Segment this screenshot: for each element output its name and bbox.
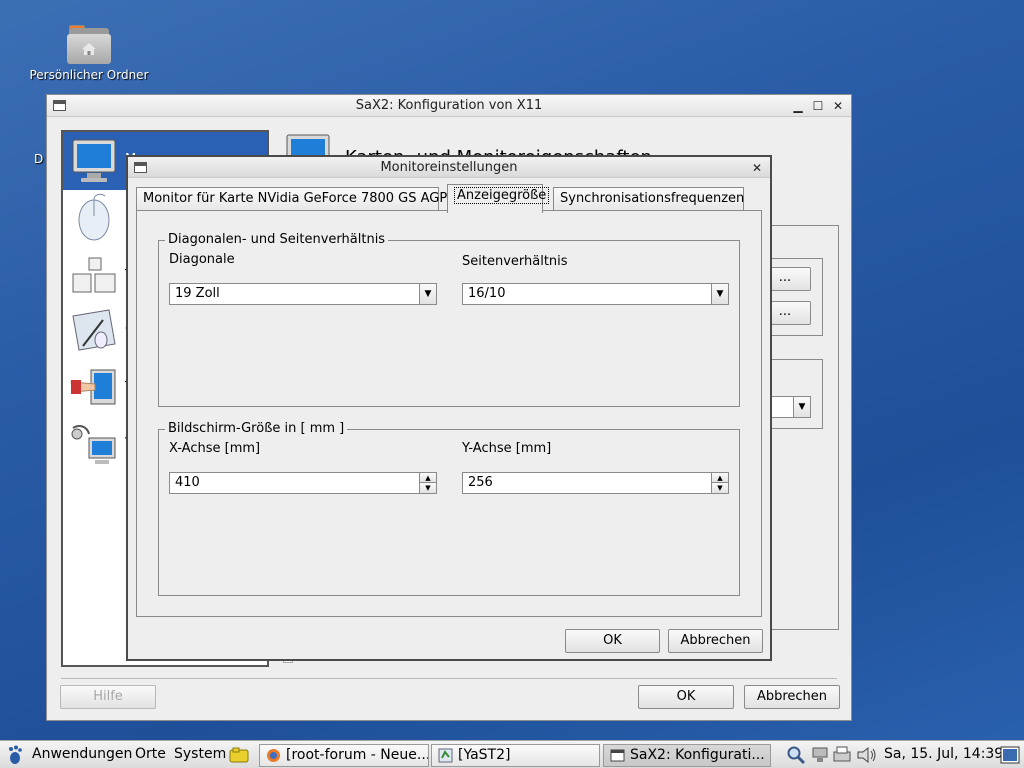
search-icon[interactable] <box>786 745 806 765</box>
yast-icon <box>438 748 453 763</box>
system-menu[interactable]: System <box>174 746 226 762</box>
main-ok-button[interactable]: OK <box>638 685 734 709</box>
tab-sync-frequencies[interactable]: Synchronisationsfrequenzen <box>553 187 744 212</box>
maximize-icon[interactable]: ☐ <box>809 95 827 117</box>
tablet-icon <box>72 309 116 351</box>
places-menu[interactable]: Orte <box>135 746 166 762</box>
network-icon[interactable] <box>811 747 829 763</box>
touchscreen-icon <box>70 369 116 405</box>
dialog-titlebar[interactable]: Monitoreinstellungen ✕ <box>128 157 770 178</box>
diagonal-label: Diagonale <box>169 252 235 267</box>
task-firefox[interactable]: [root-forum - Neue... <box>259 744 429 767</box>
tab-monitor[interactable]: Monitor für Karte NVidia GeForce 7800 GS… <box>136 187 447 212</box>
group-legend: Bildschirm-Größe in [ mm ] <box>165 421 348 436</box>
monitor-icon <box>72 139 116 182</box>
main-window-title: SaX2: Konfiguration von X11 <box>355 98 543 113</box>
keyboard-icon <box>72 257 116 293</box>
notes-icon[interactable] <box>229 747 249 763</box>
firefox-icon <box>267 749 280 762</box>
show-desktop-icon[interactable] <box>1000 746 1020 764</box>
mouse-icon <box>78 193 110 241</box>
task-yast[interactable]: [YaST2] <box>431 744 600 767</box>
group-screen-size: Bildschirm-Größe in [ mm ] X-Achse [mm] … <box>158 421 740 596</box>
close-icon[interactable]: ✕ <box>748 157 766 179</box>
dialog-cancel-button[interactable]: Abbrechen <box>668 629 763 653</box>
window-menu-icon[interactable] <box>134 162 147 173</box>
dialog-ok-button[interactable]: OK <box>565 629 660 653</box>
main-cancel-button[interactable]: Abbrechen <box>744 685 840 709</box>
gnome-foot-icon[interactable] <box>6 745 24 765</box>
spin-up-icon[interactable]: ▲ <box>419 473 436 483</box>
monitor-settings-dialog: Monitoreinstellungen ✕ Monitor für Karte… <box>126 155 772 661</box>
aspect-ratio-label: Seitenverhältnis <box>462 254 568 269</box>
x-axis-spinbox[interactable]: 410 ▲ ▼ <box>169 472 437 494</box>
window-icon <box>610 749 625 762</box>
folder-icon <box>67 24 111 64</box>
clock[interactable]: Sa, 15. Jul, 14:39 <box>884 746 1003 762</box>
x-axis-label: X-Achse [mm] <box>169 441 261 456</box>
help-button[interactable]: Hilfe <box>60 685 156 709</box>
volume-icon[interactable] <box>856 746 878 764</box>
tab-pane-display-size: Diagonalen- und Seitenverhältnis Diagona… <box>136 210 762 617</box>
chevron-down-icon: ▼ <box>793 397 810 417</box>
dialog-title: Monitoreinstellungen <box>380 160 518 175</box>
spin-down-icon[interactable]: ▼ <box>419 483 436 493</box>
group-diagonal-ratio: Diagonalen- und Seitenverhältnis Diagona… <box>158 232 740 407</box>
chevron-down-icon: ▼ <box>419 284 436 304</box>
close-icon[interactable]: ✕ <box>829 95 847 117</box>
home-folder-label: Persönlicher Ordner <box>29 68 149 82</box>
spin-up-icon[interactable]: ▲ <box>711 473 728 483</box>
main-titlebar[interactable]: SaX2: Konfiguration von X11 ▁ ☐ ✕ <box>47 95 851 117</box>
y-axis-label: Y-Achse [mm] <box>462 441 552 456</box>
desktop-icon-label-partial: D <box>34 152 44 166</box>
y-axis-spinbox[interactable]: 256 ▲ ▼ <box>462 472 729 494</box>
task-sax2[interactable]: SaX2: Konfigurati... <box>603 744 771 767</box>
home-folder-desktop-icon[interactable]: Persönlicher Ordner <box>20 24 158 82</box>
minimize-icon[interactable]: ▁ <box>789 95 807 117</box>
printer-icon[interactable] <box>832 746 852 764</box>
tab-display-size[interactable]: Anzeigegröße <box>447 184 550 213</box>
applications-menu[interactable]: Anwendungen <box>32 746 132 762</box>
taskbar: Anwendungen Orte System [root-forum - Ne… <box>0 740 1024 768</box>
spin-down-icon[interactable]: ▼ <box>711 483 728 493</box>
diagonal-select[interactable]: 19 Zoll ▼ <box>169 283 437 305</box>
aspect-ratio-select[interactable]: 16/10 ▼ <box>462 283 729 305</box>
remote-display-icon <box>71 425 116 464</box>
group-legend: Diagonalen- und Seitenverhältnis <box>165 232 389 247</box>
divider <box>61 678 837 679</box>
window-menu-icon[interactable] <box>53 100 66 111</box>
chevron-down-icon: ▼ <box>711 284 728 304</box>
